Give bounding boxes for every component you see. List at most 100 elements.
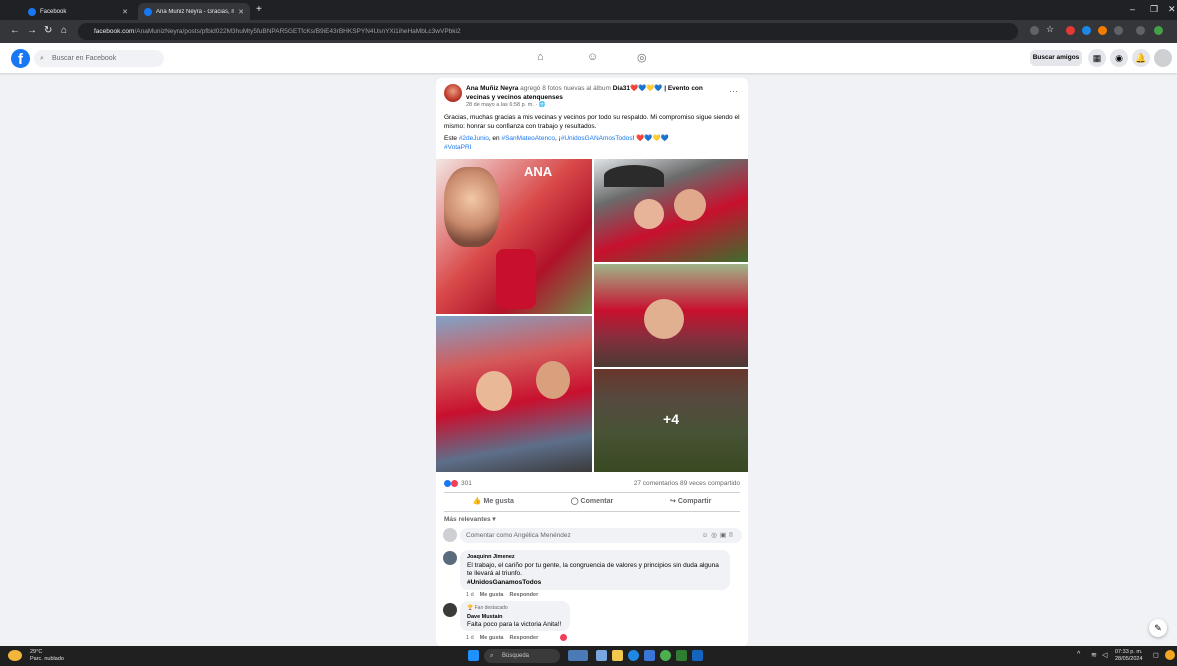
love-reaction-icon[interactable] <box>451 480 458 487</box>
post-date[interactable]: 28 de mayo a las 6:58 p. m. · 🌐 <box>466 102 546 108</box>
tab-title: Ana Muñiz Neyra - Gracias, m... <box>156 8 235 15</box>
extension-icon[interactable] <box>1098 26 1107 35</box>
notification-icon[interactable]: ◻ <box>1153 651 1159 659</box>
hashtag-link[interactable]: #UnidosGANAmosTodos <box>561 135 633 142</box>
comment-like-button[interactable]: Me gusta <box>480 635 504 641</box>
browser-tab-bar: Facebook ✕ Ana Muñiz Neyra - Gracias, m.… <box>0 0 1177 20</box>
groups-nav-icon[interactable]: ◎ <box>637 51 647 64</box>
notifications-bell-icon[interactable]: 🔔 <box>1132 49 1150 67</box>
comment-placeholder: Comentar como Angélica Menéndez <box>466 532 571 539</box>
post-hashtags: Este #2deJunio, en #SanMateoAtenco, ¡#Un… <box>444 134 740 152</box>
post-photo[interactable] <box>594 264 748 367</box>
reading-list-icon[interactable] <box>1136 26 1145 35</box>
sort-comments-dropdown[interactable]: Más relevantes ▾ <box>444 515 496 523</box>
comment-icon: ◯ <box>570 498 581 505</box>
volume-icon[interactable]: ◁ <box>1102 651 1107 659</box>
more-options-icon[interactable]: ··· <box>729 86 738 96</box>
reactions-bar: 301 27 comentarios 89 veces compartido <box>444 480 740 487</box>
user-tray-icon[interactable] <box>1165 650 1175 660</box>
post-photo[interactable] <box>594 159 748 262</box>
home-nav-icon[interactable]: ⌂ <box>537 51 544 63</box>
chrome-icon[interactable] <box>660 650 671 661</box>
facebook-logo-icon[interactable]: f <box>11 49 30 68</box>
profile-icon[interactable] <box>1154 26 1163 35</box>
like-reaction-icon[interactable] <box>444 480 451 487</box>
more-photos-count[interactable]: +4 <box>594 411 748 427</box>
weather-desc: Parc. nublado <box>30 655 64 662</box>
comment-button[interactable]: ◯ Comentar <box>543 493 642 511</box>
task-view-icon[interactable] <box>596 650 607 661</box>
forward-arrow-icon[interactable]: → <box>27 25 37 36</box>
taskbar-search[interactable]: ⌕ Búsqueda <box>484 649 560 663</box>
comment-reply-button[interactable]: Responder <box>510 635 539 641</box>
tab-facebook[interactable]: Facebook ✕ <box>22 3 134 20</box>
like-button[interactable]: 👍 Me gusta <box>444 493 543 511</box>
photo-subject <box>644 299 684 339</box>
tray-chevron-icon[interactable]: ^ <box>1077 651 1080 658</box>
hashtag-link[interactable]: #VotaPRI <box>444 144 471 151</box>
file-explorer-icon[interactable] <box>612 650 623 661</box>
comment-label: Comentar <box>580 498 614 505</box>
author-avatar[interactable] <box>444 84 462 102</box>
reload-icon[interactable]: ↻ <box>44 25 52 36</box>
post-photo[interactable]: +4 <box>594 369 748 472</box>
comment-text: El trabajo, el cariño por tu gente, la c… <box>467 561 719 578</box>
app-icon[interactable] <box>676 650 687 661</box>
comment-tools-icons[interactable]: ☺◎▣⌷ <box>702 528 736 543</box>
wifi-icon[interactable]: ≋ <box>1091 651 1097 659</box>
commenter-name[interactable]: Joaquinn Jimenez <box>467 553 723 562</box>
commenter-avatar[interactable] <box>443 603 457 617</box>
love-reaction-icon[interactable] <box>559 634 567 641</box>
extensions-puzzle-icon[interactable] <box>1114 26 1123 35</box>
close-tab-icon[interactable]: ✕ <box>122 8 128 16</box>
extension-icon[interactable] <box>1066 26 1075 35</box>
close-window-button[interactable]: ✕ <box>1168 4 1176 15</box>
extension-icon[interactable] <box>1082 26 1091 35</box>
new-message-icon[interactable]: ✎ <box>1149 619 1167 637</box>
photo-subject <box>634 199 664 229</box>
author-name[interactable]: Ana Muñiz Neyra <box>466 85 518 92</box>
clock[interactable]: 07:33 p. m. 28/05/2024 <box>1115 649 1143 662</box>
friends-nav-icon[interactable]: ☺ <box>587 51 598 63</box>
hashtag-link[interactable]: #2deJunio <box>459 135 489 142</box>
menu-grid-icon[interactable]: ▦ <box>1088 49 1106 67</box>
commenter-name[interactable]: Dave Mustain <box>467 613 563 622</box>
store-icon[interactable] <box>644 650 655 661</box>
comment-reply-button[interactable]: Responder <box>510 592 539 598</box>
edge-icon[interactable] <box>628 650 639 661</box>
back-arrow-icon[interactable]: ← <box>10 25 20 36</box>
post-photo[interactable]: ANA <box>436 159 592 314</box>
comment-like-button[interactable]: Me gusta <box>480 592 504 598</box>
weather-icon[interactable] <box>8 650 22 661</box>
commenter-avatar[interactable] <box>443 551 457 565</box>
comment-time[interactable]: 1 d <box>466 635 474 641</box>
comment-meta: 1 d Me gusta Responder <box>466 634 567 641</box>
home-icon[interactable]: ⌂ <box>61 25 67 36</box>
tab-post[interactable]: Ana Muñiz Neyra - Gracias, m... ✕ <box>138 3 250 20</box>
maximize-button[interactable]: ❐ <box>1150 4 1158 15</box>
widgets-icon[interactable] <box>568 650 588 661</box>
account-avatar[interactable] <box>1154 49 1172 67</box>
new-tab-button[interactable]: + <box>256 4 262 15</box>
close-tab-icon[interactable]: ✕ <box>238 8 244 16</box>
reactions-count[interactable]: 301 <box>461 480 472 487</box>
comment-input[interactable]: Comentar como Angélica Menéndez ☺◎▣⌷ <box>460 528 742 543</box>
clock-date: 28/05/2024 <box>1115 655 1143 662</box>
star-icon[interactable]: ☆ <box>1046 24 1055 34</box>
windows-start-icon[interactable] <box>468 650 479 661</box>
messenger-icon[interactable]: ◉ <box>1110 49 1128 67</box>
post-photo[interactable] <box>436 316 592 472</box>
find-friends-button[interactable]: Buscar amigos <box>1030 50 1082 66</box>
current-user-avatar[interactable] <box>443 528 457 542</box>
hashtag-link[interactable]: #SanMateoAtenco <box>501 135 554 142</box>
cast-icon[interactable] <box>1030 26 1039 35</box>
address-bar[interactable]: facebook.com/AnaMunizNeyra/posts/pfbid02… <box>78 23 1018 40</box>
comments-shares-count[interactable]: 27 comentarios 89 veces compartido <box>634 480 740 487</box>
weather-widget[interactable]: 29°C Parc. nublado <box>30 649 64 662</box>
app-icon[interactable] <box>692 650 703 661</box>
search-input[interactable]: ⌕ Buscar en Facebook <box>34 50 164 67</box>
minimize-button[interactable]: – <box>1130 4 1135 14</box>
share-button[interactable]: ↪ Compartir <box>641 493 740 511</box>
comment-time[interactable]: 1 d <box>466 592 474 598</box>
comment-hashtag[interactable]: #UnidosGanamosTodos <box>467 579 723 588</box>
